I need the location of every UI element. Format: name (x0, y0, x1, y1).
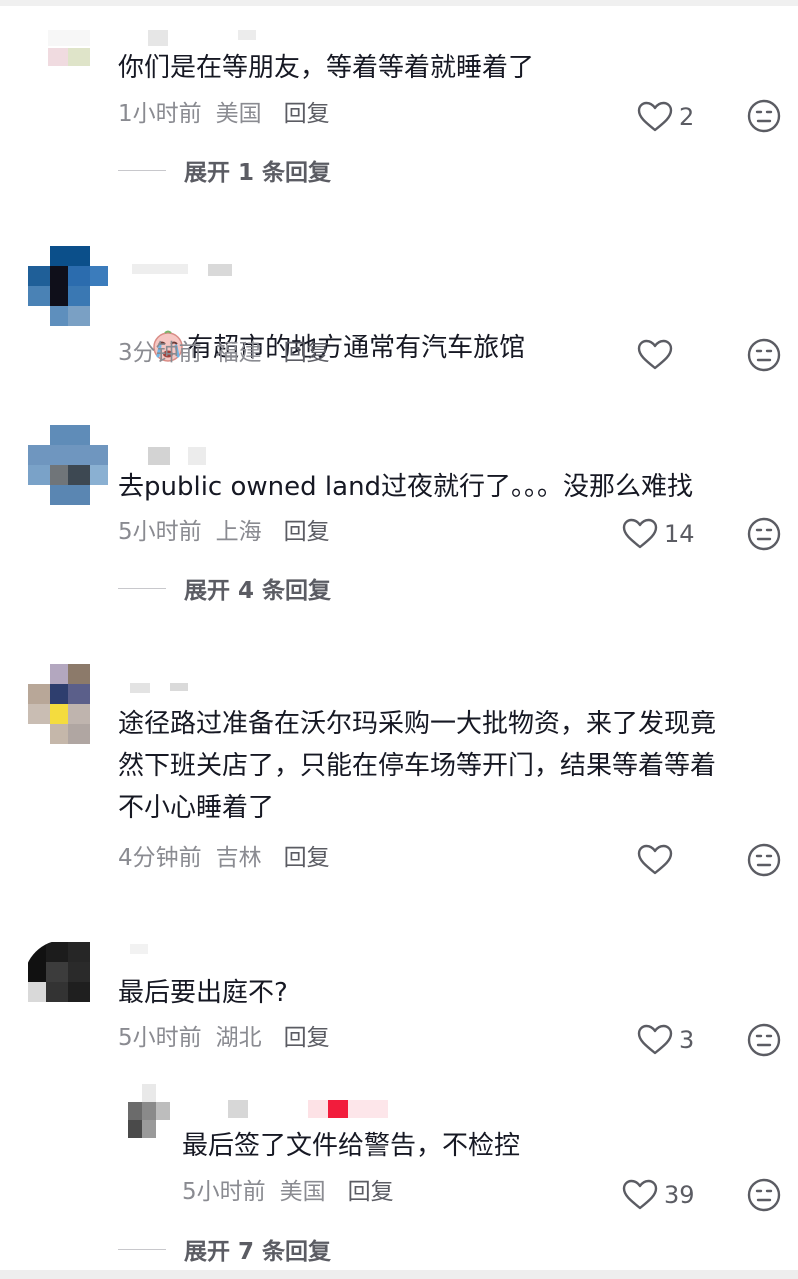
comment-text: 最后签了文件给警告，不检控 (182, 1131, 521, 1161)
username-blurred[interactable] (228, 1100, 388, 1118)
like-button[interactable] (637, 335, 679, 375)
like-count: 14 (664, 520, 695, 548)
comment-meta: 1小时前 美国 回复 (118, 99, 330, 129)
like-count: 39 (664, 1181, 695, 1209)
divider-line (118, 1248, 166, 1250)
reply-button[interactable]: 回复 (284, 340, 330, 366)
reply-button[interactable]: 回复 (284, 1025, 330, 1051)
username-blurred[interactable] (130, 944, 160, 960)
dislike-face-icon[interactable] (747, 843, 781, 877)
comment-time: 3分钟前 (118, 340, 202, 366)
like-button[interactable] (637, 840, 679, 880)
top-edge (0, 0, 798, 6)
comment-time: 1小时前 (118, 101, 202, 127)
divider-line (118, 587, 166, 589)
avatar[interactable] (128, 1082, 184, 1142)
avatar[interactable] (28, 246, 108, 326)
comment-text: 途径路过准备在沃尔玛采购一大批物资，来了发现竟 然下班关店了，只能在停车场等开门… (118, 709, 717, 823)
expand-replies-button[interactable]: 展开 7 条回复 (118, 1232, 331, 1266)
avatar[interactable] (28, 664, 108, 744)
comment-time: 4分钟前 (118, 845, 202, 871)
comment-meta: 5小时前 美国 回复 (182, 1177, 394, 1207)
expand-replies-label: 展开 4 条回复 (184, 578, 332, 604)
reply-button[interactable]: 回复 (348, 1179, 394, 1205)
comment-text: 你们是在等朋友，等着等着就睡着了 (118, 53, 535, 83)
comment-time: 5小时前 (182, 1179, 266, 1205)
bottom-edge (0, 1270, 798, 1279)
avatar[interactable] (40, 28, 110, 78)
comment-location: 美国 (215, 101, 262, 127)
like-button[interactable]: 2 (637, 97, 694, 137)
comment-meta: 3分钟前 福建 回复 (118, 338, 330, 368)
comment-meta: 4分钟前 吉林 回复 (118, 843, 330, 873)
dislike-face-icon[interactable] (747, 1023, 781, 1057)
like-button[interactable]: 14 (622, 514, 695, 554)
username-blurred[interactable] (148, 447, 218, 465)
reply-button[interactable]: 回复 (284, 519, 330, 545)
divider-line (118, 169, 166, 171)
like-count: 3 (679, 1026, 695, 1054)
comment-location: 吉林 (215, 845, 262, 871)
expand-replies-label: 展开 1 条回复 (184, 160, 332, 186)
like-count: 2 (679, 103, 695, 131)
expand-replies-button[interactable]: 展开 4 条回复 (118, 571, 331, 605)
comment-meta: 5小时前 湖北 回复 (118, 1023, 330, 1053)
comment-time: 5小时前 (118, 1025, 202, 1051)
comment-text: 最后要出庭不? (118, 978, 288, 1008)
expand-replies-button[interactable]: 展开 1 条回复 (118, 153, 331, 187)
dislike-face-icon[interactable] (747, 338, 781, 372)
like-button[interactable]: 3 (637, 1020, 694, 1060)
comment-location: 美国 (279, 1179, 326, 1205)
username-blurred[interactable] (130, 683, 200, 699)
heart-icon (637, 1024, 673, 1055)
comment-location: 福建 (215, 340, 262, 366)
like-button[interactable]: 39 (622, 1175, 695, 1215)
heart-icon (637, 844, 673, 875)
username-blurred[interactable] (148, 30, 258, 46)
reply-button[interactable]: 回复 (284, 101, 330, 127)
comment-text: 去public owned land过夜就行了。。。没那么难找 (118, 472, 694, 502)
heart-icon (622, 518, 658, 549)
heart-icon (637, 101, 673, 132)
avatar[interactable] (28, 425, 108, 505)
username-blurred[interactable] (132, 264, 242, 280)
dislike-face-icon[interactable] (747, 1178, 781, 1212)
dislike-face-icon[interactable] (747, 517, 781, 551)
expand-replies-label: 展开 7 条回复 (184, 1239, 332, 1265)
heart-icon (637, 339, 673, 370)
heart-icon (622, 1179, 658, 1210)
comment-location: 湖北 (215, 1025, 262, 1051)
avatar[interactable] (24, 940, 104, 1020)
comment-meta: 5小时前 上海 回复 (118, 517, 330, 547)
reply-button[interactable]: 回复 (284, 845, 330, 871)
comment-location: 上海 (215, 519, 262, 545)
dislike-face-icon[interactable] (747, 99, 781, 133)
comment-time: 5小时前 (118, 519, 202, 545)
